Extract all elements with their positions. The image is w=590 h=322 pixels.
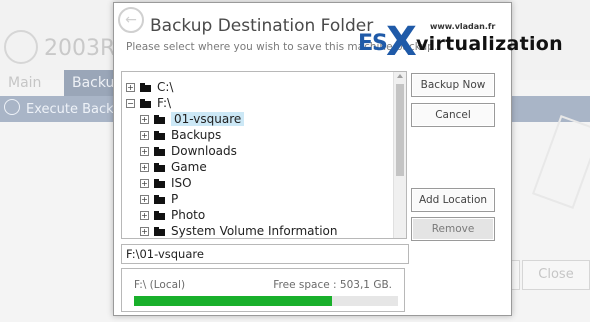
- tree-item-label: Downloads: [171, 144, 237, 158]
- folder-icon: [154, 115, 165, 124]
- tree-item-backups[interactable]: + Backups: [140, 128, 221, 143]
- expand-icon[interactable]: +: [140, 227, 149, 236]
- expand-icon[interactable]: +: [140, 179, 149, 188]
- folder-icon: [154, 227, 165, 236]
- background-execute-backup: Execute Backup: [4, 99, 130, 117]
- tree-item-01-vsquare[interactable]: +01-vsquare: [140, 112, 245, 127]
- folder-icon: [140, 83, 151, 92]
- tree-scrollbar[interactable]: [393, 72, 406, 238]
- tree-item-photo[interactable]: + Photo: [140, 208, 205, 223]
- disk-usage-fill: [134, 296, 332, 306]
- collapse-icon[interactable]: −: [126, 99, 135, 108]
- background-close-button: Close: [522, 260, 590, 290]
- background-decoration: [531, 115, 590, 209]
- add-location-button[interactable]: Add Location: [411, 188, 495, 212]
- folder-icon: [154, 195, 165, 204]
- disk-space-panel: F:\ (Local) Free space : 503,1 GB.: [121, 268, 405, 312]
- scrollbar-thumb[interactable]: [396, 84, 404, 176]
- disk-name: F:\ (Local): [134, 279, 186, 291]
- tree-item-c-drive[interactable]: + C:\: [126, 80, 173, 95]
- disk-free-space: Free space : 503,1 GB.: [273, 279, 392, 291]
- tree-item-label: System Volume Information: [171, 224, 338, 238]
- background-tab-main: Main: [8, 75, 42, 91]
- back-arrow-icon[interactable]: ←: [118, 7, 144, 33]
- dialog-title: Backup Destination Folder: [150, 16, 374, 36]
- tree-item-label: Photo: [171, 208, 206, 222]
- tree-item-f-drive[interactable]: − F:\: [126, 96, 171, 111]
- remove-button[interactable]: Remove: [411, 217, 495, 241]
- disk-usage-bar: [134, 296, 398, 306]
- tree-item-downloads[interactable]: + Downloads: [140, 144, 237, 159]
- folder-icon: [140, 99, 151, 108]
- expand-icon[interactable]: +: [140, 147, 149, 156]
- backup-now-button[interactable]: Backup Now: [411, 73, 495, 97]
- tree-item-label: Game: [171, 160, 207, 174]
- folder-icon: [154, 131, 165, 140]
- tree-item-label: ISO: [171, 176, 192, 190]
- tree-item-system-volume-information[interactable]: + System Volume Information: [140, 224, 338, 238]
- watermark-url: www.vladan.fr: [430, 22, 496, 31]
- tree-item-label: P: [171, 192, 179, 206]
- watermark-es: ES: [358, 31, 388, 56]
- tree-item-game[interactable]: + Game: [140, 160, 207, 175]
- background-back-icon: [4, 30, 38, 64]
- tree-item-p[interactable]: + P: [140, 192, 178, 207]
- esx-virtualization-watermark: www.vladan.fr ES X virtualization: [358, 19, 588, 65]
- folder-icon: [154, 163, 165, 172]
- tree-item-label: F:\: [157, 96, 172, 110]
- selected-path-field[interactable]: F:\01-vsquare: [121, 244, 409, 264]
- scroll-up-icon[interactable]: [397, 74, 403, 78]
- download-icon: [4, 99, 20, 115]
- expand-icon[interactable]: +: [140, 211, 149, 220]
- expand-icon[interactable]: +: [140, 195, 149, 204]
- expand-icon[interactable]: +: [126, 83, 135, 92]
- expand-icon[interactable]: +: [140, 131, 149, 140]
- folder-icon: [154, 147, 165, 156]
- cancel-button[interactable]: Cancel: [411, 103, 495, 127]
- watermark-virtualization: virtualization: [416, 33, 563, 55]
- tree-item-label: Backups: [171, 128, 222, 142]
- folder-tree[interactable]: + C:\ − F:\ +01-vsquare + Backups + Download…: [121, 71, 407, 239]
- tree-item-iso[interactable]: + ISO: [140, 176, 192, 191]
- tree-item-label: C:\: [157, 80, 174, 94]
- folder-icon: [154, 179, 165, 188]
- expand-icon[interactable]: +: [140, 163, 149, 172]
- watermark-x: X: [386, 19, 417, 65]
- expand-icon[interactable]: +: [140, 115, 149, 124]
- folder-icon: [154, 211, 165, 220]
- tree-item-label-selected: 01-vsquare: [171, 112, 245, 126]
